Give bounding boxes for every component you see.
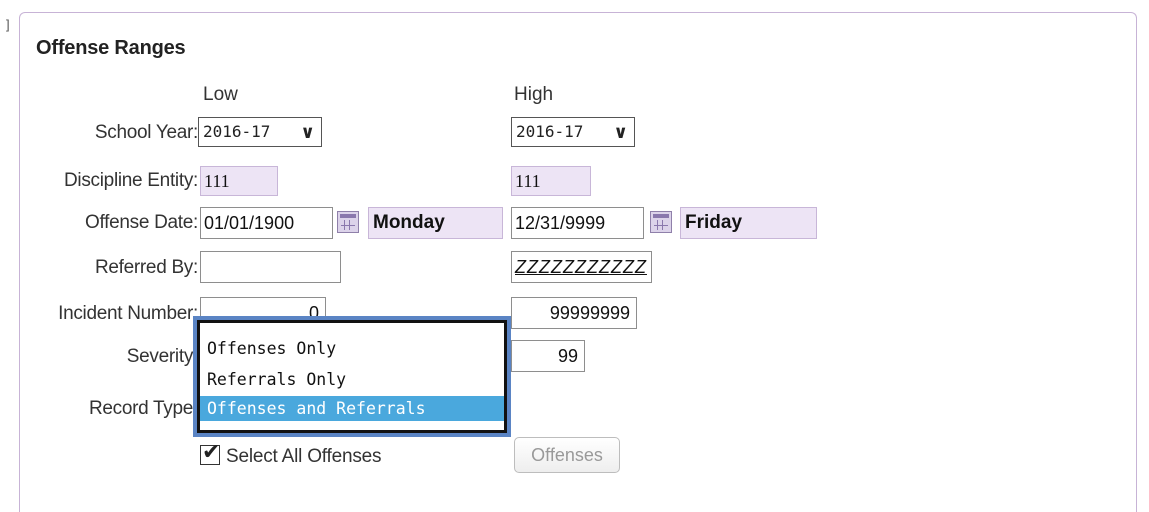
- offense-date-high-input[interactable]: 12/31/9999: [511, 207, 644, 239]
- school-year-high-value: 2016-17: [516, 122, 584, 141]
- column-header-low: Low: [203, 84, 238, 105]
- referred-by-label: Referred By:: [94, 257, 198, 278]
- school-year-low-select[interactable]: 2016-17 ∨: [198, 117, 322, 147]
- section-title: Offense Ranges: [36, 37, 186, 59]
- record-type-option-offenses-only[interactable]: Offenses Only: [204, 336, 504, 361]
- discipline-entity-high: 111: [511, 166, 591, 196]
- severity-label: Severity:: [126, 346, 199, 367]
- referred-by-high-input[interactable]: ZZZZZZZZZZZ: [511, 251, 652, 283]
- incident-number-high-input[interactable]: 99999999: [511, 297, 637, 329]
- school-year-label: School Year:: [94, 122, 198, 143]
- chevron-down-icon: ∨: [300, 122, 315, 143]
- calendar-icon[interactable]: [337, 211, 359, 233]
- record-type-dropdown[interactable]: Offenses Only Referrals Only Offenses an…: [193, 316, 511, 437]
- select-all-label: Select All Offenses: [226, 446, 382, 467]
- offense-date-high-day: Friday: [680, 207, 817, 239]
- incident-number-label: Incident Number:: [58, 303, 198, 324]
- offense-date-low-day: Monday: [368, 207, 503, 239]
- discipline-entity-low: 111: [200, 166, 278, 196]
- record-type-option-offenses-and-referrals[interactable]: Offenses and Referrals: [200, 396, 504, 421]
- severity-high-input[interactable]: 99: [511, 340, 585, 372]
- chevron-down-icon: ∨: [613, 122, 628, 143]
- discipline-entity-label: Discipline Entity:: [64, 170, 198, 191]
- school-year-low-value: 2016-17: [203, 122, 271, 141]
- offenses-button[interactable]: Offenses: [514, 437, 620, 473]
- record-type-option-referrals-only[interactable]: Referrals Only: [204, 367, 504, 392]
- column-header-high: High: [514, 84, 554, 105]
- select-all-checkbox[interactable]: ✔: [200, 440, 220, 465]
- offense-date-low-input[interactable]: 01/01/1900: [200, 207, 333, 239]
- record-type-label: Record Type:: [88, 398, 198, 419]
- checkmark-icon: ✔: [202, 440, 221, 465]
- referred-by-low-input[interactable]: [200, 251, 341, 283]
- edge-mark: ]: [6, 17, 10, 32]
- record-type-options-list: Offenses Only Referrals Only Offenses an…: [197, 320, 507, 433]
- school-year-high-select[interactable]: 2016-17 ∨: [511, 117, 635, 147]
- calendar-icon[interactable]: [650, 211, 672, 233]
- offense-date-label: Offense Date:: [85, 212, 198, 233]
